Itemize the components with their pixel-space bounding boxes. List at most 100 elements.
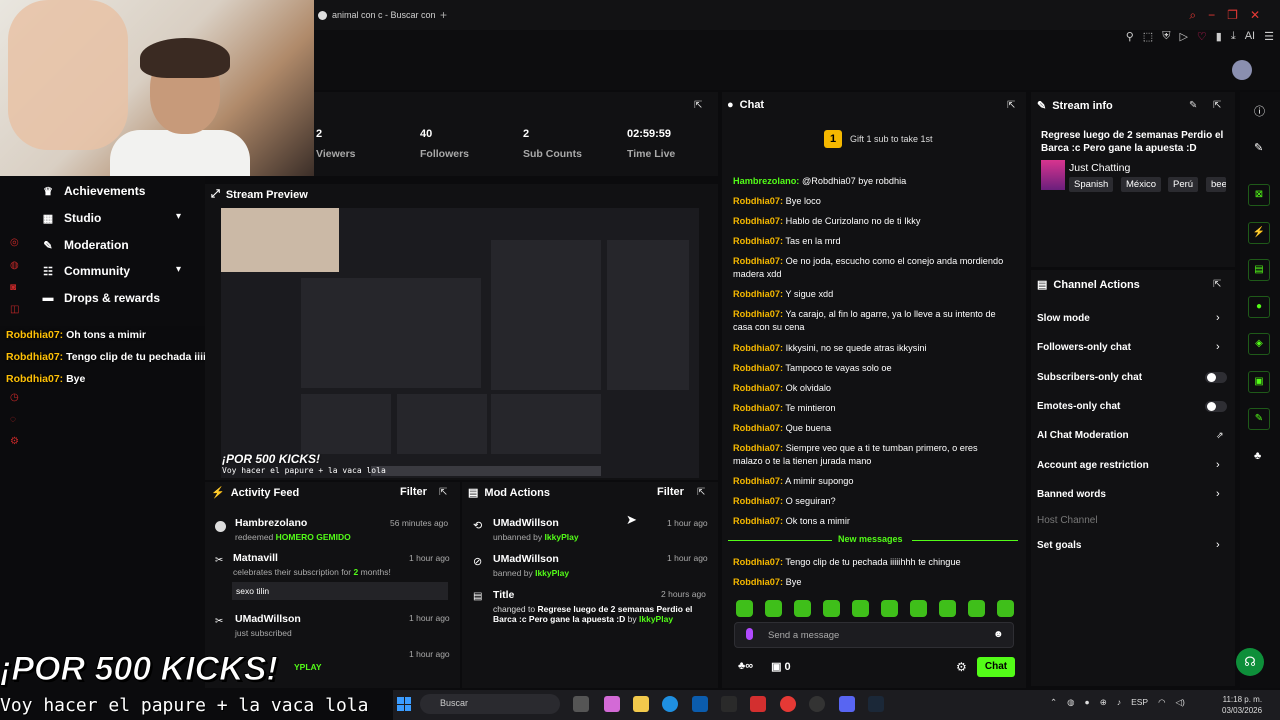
rail-button[interactable]: ●: [1248, 296, 1270, 318]
external-link-icon[interactable]: ⇗: [1216, 430, 1224, 441]
mic-icon[interactable]: [746, 628, 753, 640]
wps-icon[interactable]: [750, 696, 766, 712]
sidebar-item-achievements[interactable]: ♛ Achievements: [42, 184, 145, 198]
rail-button[interactable]: ✎: [1248, 408, 1270, 430]
emote-icon[interactable]: [794, 600, 811, 617]
play-icon[interactable]: ▷: [1179, 30, 1187, 43]
gear-icon[interactable]: ⚙: [956, 660, 967, 674]
explorer-icon[interactable]: [633, 696, 649, 712]
popout-icon[interactable]: ⇱: [1007, 100, 1015, 111]
tag[interactable]: México: [1121, 177, 1162, 192]
sidebar-item-drops[interactable]: ▬ Drops & rewards: [42, 291, 161, 305]
sidebar-mini-icon[interactable]: ◙: [10, 282, 16, 293]
mod-filter-button[interactable]: Filter: [657, 486, 684, 498]
chevron-down-icon[interactable]: ▾: [176, 211, 181, 222]
action-account-age[interactable]: Account age restriction: [1037, 460, 1149, 471]
action-ai-moderation[interactable]: AI Chat Moderation: [1037, 430, 1129, 441]
send-chat-button[interactable]: Chat: [977, 657, 1015, 677]
emote-icon[interactable]: [736, 600, 753, 617]
subscribers-only-toggle[interactable]: [1205, 372, 1227, 383]
menu-icon[interactable]: ☰: [1264, 30, 1274, 43]
rail-button[interactable]: ◈: [1248, 333, 1270, 355]
rail-button[interactable]: ▤: [1248, 259, 1270, 281]
expand-icon[interactable]: ⤢: [211, 188, 220, 201]
sidebar-item-moderation[interactable]: ✎ Moderation: [42, 238, 128, 252]
sidebar-mini-icon[interactable]: ⚙: [10, 436, 19, 447]
opera-icon[interactable]: [780, 696, 796, 712]
tag[interactable]: Spanish: [1069, 177, 1114, 192]
chevron-down-icon[interactable]: ▾: [176, 264, 181, 275]
emote-icon[interactable]: [910, 600, 927, 617]
search-icon[interactable]: ⌕: [1189, 8, 1196, 23]
close-icon[interactable]: ✕: [1250, 8, 1260, 23]
emoji-icon[interactable]: ☻: [993, 629, 1004, 640]
browser-tab[interactable]: animal con c - Buscar con: [314, 4, 444, 26]
action-set-goals[interactable]: Set goals: [1037, 540, 1081, 551]
chevron-right-icon[interactable]: ›: [1216, 459, 1220, 471]
chat-points[interactable]: ♣∞ ▣ 0: [738, 660, 791, 673]
emote-icon[interactable]: [939, 600, 956, 617]
action-slow-mode[interactable]: Slow mode: [1037, 313, 1090, 324]
crop-icon[interactable]: ⬚: [1143, 30, 1153, 43]
edge-icon[interactable]: [662, 696, 678, 712]
sidebar-item-community[interactable]: ☷ Community: [42, 264, 130, 278]
pencil-icon[interactable]: ✎: [1254, 141, 1263, 154]
windows-start-icon[interactable]: [397, 697, 411, 711]
stream-preview-video[interactable]: [221, 208, 699, 478]
new-tab-button[interactable]: +: [440, 8, 447, 22]
action-followers-only[interactable]: Followers-only chat: [1037, 342, 1131, 353]
sidebar-mini-icon[interactable]: ◫: [10, 304, 19, 315]
chat-input[interactable]: Send a message: [734, 622, 1014, 648]
chevron-right-icon[interactable]: ›: [1216, 312, 1220, 324]
sidebar-mini-icon[interactable]: ◎: [10, 237, 19, 248]
chevron-right-icon[interactable]: ›: [1216, 539, 1220, 551]
tag[interactable]: Perú: [1168, 177, 1199, 192]
clock[interactable]: 11:18 p. m. 03/03/2026: [1222, 694, 1262, 716]
pin-icon[interactable]: ⚲: [1126, 30, 1134, 43]
emote-icon[interactable]: [823, 600, 840, 617]
gift-sub-banner[interactable]: 1 Gift 1 sub to take 1st: [824, 130, 933, 148]
sidebar-item-studio[interactable]: ▦ Studio: [42, 211, 102, 225]
discord-icon[interactable]: [839, 696, 855, 712]
category-name[interactable]: Just Chatting: [1069, 162, 1130, 174]
rail-button[interactable]: ⚡: [1248, 222, 1270, 244]
chevron-right-icon[interactable]: ›: [1216, 341, 1220, 353]
maximize-icon[interactable]: ❐: [1227, 8, 1238, 23]
info-icon[interactable]: ⓘ: [1254, 103, 1265, 119]
sidebar-mini-icon[interactable]: ◷: [10, 392, 19, 403]
steam-icon[interactable]: [868, 696, 884, 712]
emote-icon[interactable]: [997, 600, 1014, 617]
app-icon[interactable]: [721, 696, 737, 712]
copilot-icon[interactable]: [604, 696, 620, 712]
download-icon[interactable]: ⤓: [1231, 30, 1236, 43]
share-icon[interactable]: ♣: [1254, 450, 1261, 462]
store-icon[interactable]: [692, 696, 708, 712]
emotes-only-toggle[interactable]: [1205, 401, 1227, 412]
popout-icon[interactable]: ⇱: [694, 100, 702, 111]
heart-icon[interactable]: ♡: [1197, 30, 1207, 43]
emote-icon[interactable]: [852, 600, 869, 617]
chevron-right-icon[interactable]: ›: [1216, 488, 1220, 500]
rail-button[interactable]: ⊠: [1248, 184, 1270, 206]
tag[interactable]: bee: [1206, 177, 1226, 192]
bookmark-icon[interactable]: ▮: [1216, 30, 1222, 43]
popout-icon[interactable]: ⇱: [1213, 279, 1221, 290]
shield-icon[interactable]: ⛨: [1162, 30, 1170, 43]
emote-icon[interactable]: [765, 600, 782, 617]
emote-icon[interactable]: [881, 600, 898, 617]
popout-icon[interactable]: ⇱: [697, 487, 705, 498]
minimize-icon[interactable]: −: [1208, 8, 1215, 23]
action-banned-words[interactable]: Banned words: [1037, 489, 1106, 500]
activity-filter-button[interactable]: Filter: [400, 486, 427, 498]
emote-icon[interactable]: [968, 600, 985, 617]
avatar[interactable]: [1232, 60, 1252, 80]
taskbar-search[interactable]: Buscar: [420, 694, 560, 714]
taskview-icon[interactable]: [573, 696, 589, 712]
popout-icon[interactable]: ⇱: [1213, 100, 1221, 111]
popout-icon[interactable]: ⇱: [439, 487, 447, 498]
rail-button[interactable]: ▣: [1248, 371, 1270, 393]
obs-icon[interactable]: [809, 696, 825, 712]
ai-icon[interactable]: AI: [1245, 30, 1255, 43]
edit-icon[interactable]: ✎: [1189, 100, 1197, 111]
sidebar-mini-icon[interactable]: ◍: [10, 260, 19, 271]
